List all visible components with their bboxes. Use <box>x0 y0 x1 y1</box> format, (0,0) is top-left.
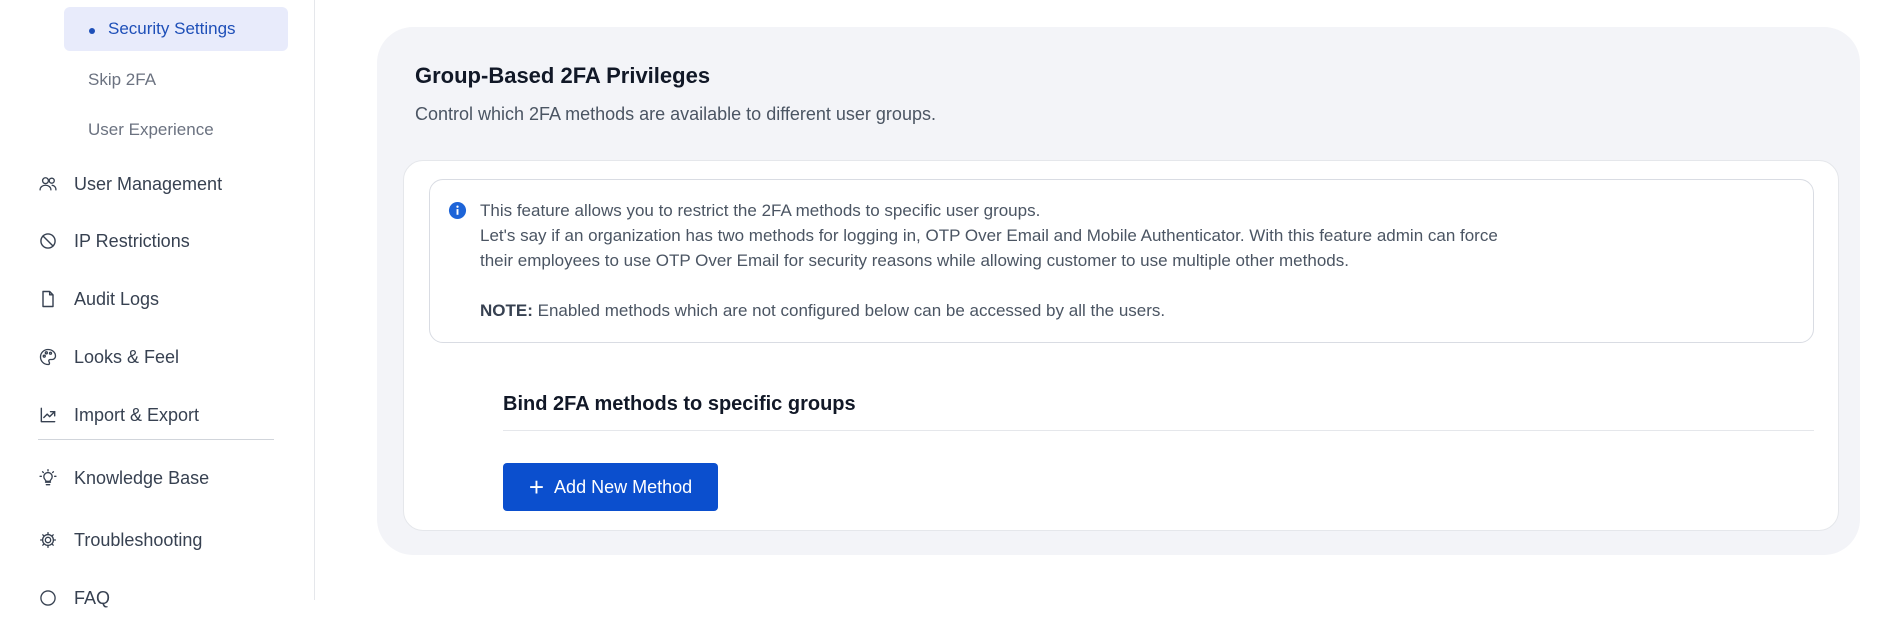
sidebar-item-knowledge-base[interactable]: Knowledge Base <box>38 458 298 498</box>
info-text-line2: Let's say if an organization has two met… <box>480 226 1498 245</box>
export-icon <box>38 405 58 425</box>
gear-icon <box>38 530 58 550</box>
info-note: NOTE: Enabled methods which are not conf… <box>480 301 1165 321</box>
sidebar-item-label: User Experience <box>88 120 214 139</box>
add-new-method-label: Add New Method <box>554 476 693 497</box>
note-text: Enabled methods which are not configured… <box>537 301 1166 320</box>
sidebar-item-audit-logs[interactable]: Audit Logs <box>38 279 298 319</box>
active-dot <box>89 28 95 34</box>
users-icon <box>38 174 58 194</box>
page-subtitle: Control which 2FA methods are available … <box>415 104 936 124</box>
plus-icon: + <box>528 472 545 502</box>
sidebar-item-import-export[interactable]: Import & Export <box>38 395 298 435</box>
document-icon <box>38 289 58 309</box>
lightbulb-icon <box>38 468 58 488</box>
info-text-line3: their employees to use OTP Over Email fo… <box>480 251 1349 270</box>
sidebar-item-label: Import & Export <box>74 404 200 425</box>
sidebar-item-user-experience[interactable]: User Experience <box>64 108 288 152</box>
info-text-line1: This feature allows you to restrict the … <box>480 201 1041 220</box>
sidebar-item-label: Skip 2FA <box>88 70 157 89</box>
sidebar-item-looks-feel[interactable]: Looks & Feel <box>38 337 298 377</box>
sidebar-item-label: User Management <box>74 173 223 194</box>
sidebar-item-security-settings[interactable]: Security Settings <box>64 7 288 51</box>
page-title: Group-Based 2FA Privileges <box>415 63 711 88</box>
palette-icon <box>38 347 58 367</box>
sidebar-item-label: Security Settings <box>108 19 236 38</box>
ban-icon <box>38 231 58 251</box>
sidebar-item-label: Knowledge Base <box>74 467 210 488</box>
sidebar-item-label: FAQ <box>74 587 111 608</box>
sidebar-item-label: Troubleshooting <box>74 529 203 550</box>
sidebar-item-user-management[interactable]: User Management <box>38 164 298 204</box>
sidebar-item-label: IP Restrictions <box>74 230 190 251</box>
sidebar-item-troubleshooting[interactable]: Troubleshooting <box>38 520 298 560</box>
sidebar-divider <box>38 439 274 440</box>
sidebar-item-ip-restrictions[interactable]: IP Restrictions <box>38 221 298 261</box>
sidebar: Security Settings Skip 2FA User Experien… <box>0 0 315 608</box>
sidebar-item-skip-2fa[interactable]: Skip 2FA <box>64 58 288 102</box>
add-new-method-button[interactable]: + Add New Method <box>503 463 718 511</box>
note-label: NOTE: <box>480 301 533 320</box>
sidebar-item-faq[interactable]: FAQ <box>38 578 298 618</box>
sidebar-item-label: Looks & Feel <box>74 346 180 367</box>
question-icon <box>38 588 58 608</box>
sidebar-item-label: Audit Logs <box>74 288 160 309</box>
section-title: Bind 2FA methods to specific groups <box>503 393 856 415</box>
section-divider <box>503 430 1814 431</box>
info-icon <box>448 201 467 220</box>
